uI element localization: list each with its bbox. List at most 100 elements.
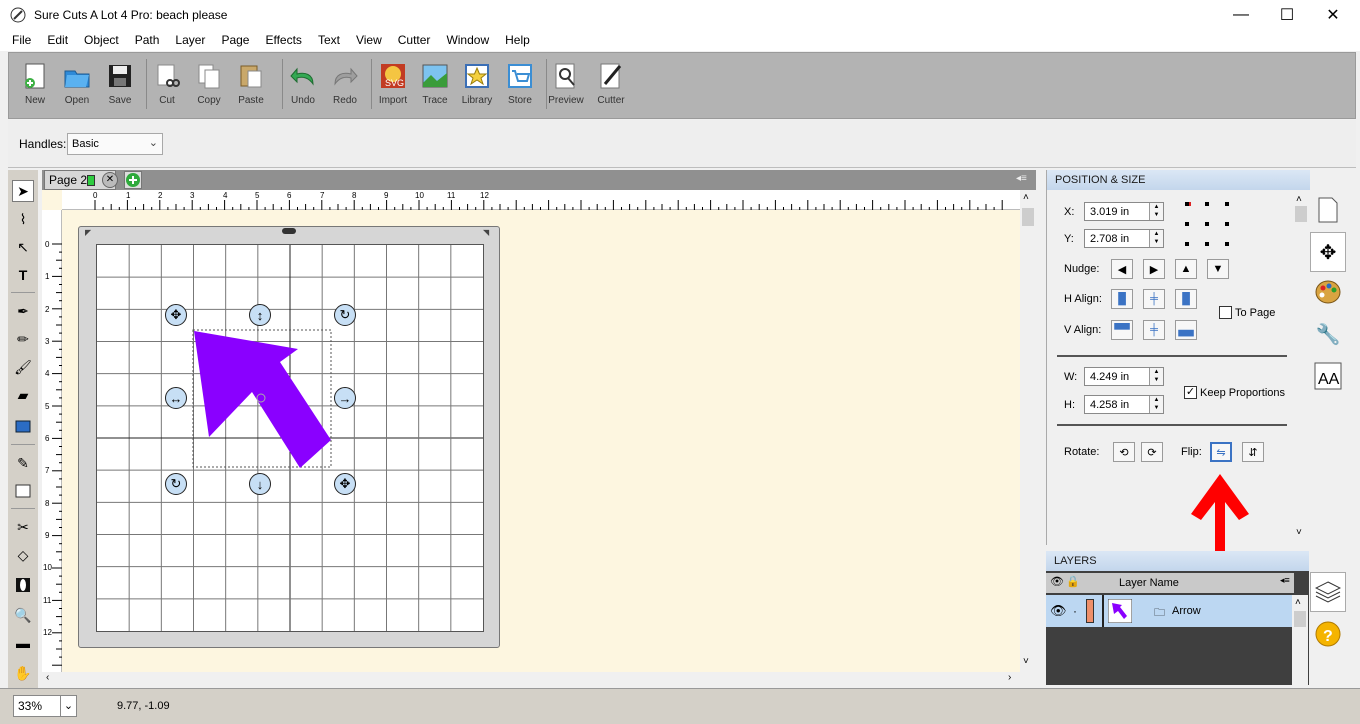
- menu-cutter[interactable]: Cutter: [390, 30, 439, 51]
- scale-right-handle-icon[interactable]: →: [334, 387, 356, 409]
- menu-file[interactable]: File: [4, 30, 39, 51]
- maximize-button[interactable]: ☐: [1264, 0, 1310, 30]
- text-tab-icon[interactable]: AA: [1310, 356, 1346, 396]
- rotate-left-icon[interactable]: ⟲: [1113, 442, 1135, 462]
- nudge-left-icon[interactable]: ◀: [1111, 259, 1133, 279]
- menu-effects[interactable]: Effects: [257, 30, 309, 51]
- position-size-tab-icon[interactable]: ✥: [1310, 232, 1346, 272]
- align-right-icon[interactable]: ▐▌: [1175, 289, 1197, 309]
- shape-tool-icon[interactable]: [12, 416, 34, 438]
- nudge-right-icon[interactable]: ▶: [1143, 259, 1165, 279]
- menu-window[interactable]: Window: [438, 30, 497, 51]
- to-page-checkbox[interactable]: [1219, 306, 1232, 319]
- copy-button[interactable]: Copy: [187, 59, 231, 111]
- brush-tool-icon[interactable]: 🖌: [12, 356, 34, 378]
- scroll-thumb[interactable]: [1295, 206, 1307, 222]
- new-button[interactable]: New: [13, 59, 57, 111]
- document-tab-icon[interactable]: [1310, 190, 1346, 230]
- handles-select[interactable]: Basic ⌄: [67, 133, 163, 155]
- pencil-tool-icon[interactable]: ✏: [12, 328, 34, 350]
- help-tab-icon[interactable]: ?: [1310, 614, 1346, 654]
- scroll-thumb[interactable]: [1022, 208, 1034, 226]
- scroll-up-icon[interactable]: ˄: [1295, 597, 1301, 608]
- scale-vertical-handle-icon[interactable]: ↕: [249, 304, 271, 326]
- scroll-thumb[interactable]: [1294, 611, 1306, 627]
- lock-dot-icon[interactable]: ·: [1073, 604, 1077, 618]
- gradient-tool-icon[interactable]: [12, 480, 34, 502]
- transform-tool-icon[interactable]: ◇: [12, 544, 34, 566]
- layer-color-swatch[interactable]: [1086, 599, 1094, 623]
- zoom-select[interactable]: 33% ⌄: [13, 695, 77, 717]
- store-button[interactable]: Store: [498, 59, 542, 111]
- align-top-icon[interactable]: ▀▀: [1111, 320, 1133, 340]
- menu-text[interactable]: Text: [310, 30, 348, 51]
- y-field[interactable]: 2.708 in ▲ ▼: [1084, 229, 1164, 248]
- flip-horizontal-icon[interactable]: ⇋: [1210, 442, 1232, 462]
- lasso-tool-icon[interactable]: ⌇: [12, 208, 34, 230]
- width-spinner-icon[interactable]: ▲ ▼: [1149, 368, 1163, 385]
- import-button[interactable]: SVG Import: [371, 59, 415, 111]
- y-spinner-icon[interactable]: ▲ ▼: [1149, 230, 1163, 247]
- eyedropper-tool-icon[interactable]: ✎: [12, 452, 34, 474]
- redo-button[interactable]: Redo: [323, 59, 367, 111]
- canvas-vertical-scrollbar[interactable]: ˄ ˅: [1020, 190, 1036, 672]
- menu-layer[interactable]: Layer: [167, 30, 213, 51]
- paste-button[interactable]: Paste: [229, 59, 273, 111]
- color-palette-tab-icon[interactable]: [1310, 272, 1346, 312]
- close-page-icon[interactable]: ✕: [102, 172, 118, 188]
- scroll-up-icon[interactable]: ˄: [1023, 192, 1029, 203]
- cut-button[interactable]: Cut: [145, 59, 189, 111]
- minimize-button[interactable]: —: [1218, 0, 1264, 30]
- keep-proportions-checkbox[interactable]: ✓: [1184, 386, 1197, 399]
- cutter-button[interactable]: Cutter: [589, 59, 633, 111]
- undo-button[interactable]: Undo: [281, 59, 325, 111]
- layers-menu-icon[interactable]: ◂≡: [1280, 575, 1290, 586]
- preview-button[interactable]: Preview: [544, 59, 588, 111]
- add-page-button[interactable]: [124, 171, 142, 189]
- height-field[interactable]: 4.258 in ▲ ▼: [1084, 395, 1164, 414]
- arrow-shape[interactable]: [194, 331, 331, 468]
- nudge-down-icon[interactable]: ▼: [1207, 259, 1229, 279]
- menu-view[interactable]: View: [348, 30, 390, 51]
- select-tool-icon[interactable]: ➤: [12, 180, 34, 202]
- zoom-tool-icon[interactable]: 🔍: [12, 604, 34, 626]
- pen-tool-icon[interactable]: ✒: [12, 300, 34, 322]
- hand-tool-icon[interactable]: ✋: [12, 662, 34, 684]
- menu-edit[interactable]: Edit: [39, 30, 76, 51]
- x-spinner-icon[interactable]: ▲ ▼: [1149, 203, 1163, 220]
- menu-object[interactable]: Object: [76, 30, 127, 51]
- weld-tool-icon[interactable]: [12, 574, 34, 596]
- menu-help[interactable]: Help: [497, 30, 538, 51]
- ruler-tool-icon[interactable]: ▬: [12, 632, 34, 654]
- rotate-handle-icon[interactable]: ↻: [165, 473, 187, 495]
- x-field[interactable]: 3.019 in ▲ ▼: [1084, 202, 1164, 221]
- scale-down-handle-icon[interactable]: ↓: [249, 473, 271, 495]
- library-button[interactable]: Library: [455, 59, 499, 111]
- menu-path[interactable]: Path: [127, 30, 168, 51]
- visibility-eye-icon[interactable]: 👁: [1050, 603, 1067, 619]
- chevron-down-icon[interactable]: ⌄: [60, 696, 76, 716]
- align-middle-v-icon[interactable]: ╪: [1143, 320, 1165, 340]
- node-edit-tool-icon[interactable]: ↖: [12, 236, 34, 258]
- panel-scrollbar[interactable]: ˄ ˅: [1293, 194, 1309, 544]
- layer-row[interactable]: 👁 · 🗀 Arrow: [1046, 595, 1292, 627]
- nudge-up-icon[interactable]: ▲: [1175, 259, 1197, 279]
- text-tool-icon[interactable]: T: [12, 264, 34, 286]
- knife-tool-icon[interactable]: ✂: [12, 516, 34, 538]
- align-center-h-icon[interactable]: ╪: [1143, 289, 1165, 309]
- move-handle-icon[interactable]: ✥: [165, 304, 187, 326]
- eraser-tool-icon[interactable]: ▰: [12, 384, 34, 406]
- scroll-right-icon[interactable]: ›: [1008, 672, 1011, 683]
- trace-button[interactable]: Trace: [413, 59, 457, 111]
- move-handle-icon[interactable]: ✥: [334, 473, 356, 495]
- layers-scrollbar[interactable]: ˄: [1292, 595, 1308, 685]
- open-button[interactable]: Open: [55, 59, 99, 111]
- tab-menu-icon[interactable]: ◂≡: [1016, 173, 1027, 184]
- canvas-horizontal-scrollbar[interactable]: ‹ ›: [42, 672, 1020, 686]
- scroll-down-icon[interactable]: ˅: [1023, 656, 1029, 667]
- layers-tab-icon[interactable]: [1310, 572, 1346, 612]
- scale-horizontal-handle-icon[interactable]: ↔: [165, 387, 187, 409]
- close-button[interactable]: ✕: [1310, 0, 1356, 30]
- wrench-settings-tab-icon[interactable]: 🔧: [1310, 314, 1346, 354]
- reference-point-grid-icon[interactable]: [1183, 200, 1233, 250]
